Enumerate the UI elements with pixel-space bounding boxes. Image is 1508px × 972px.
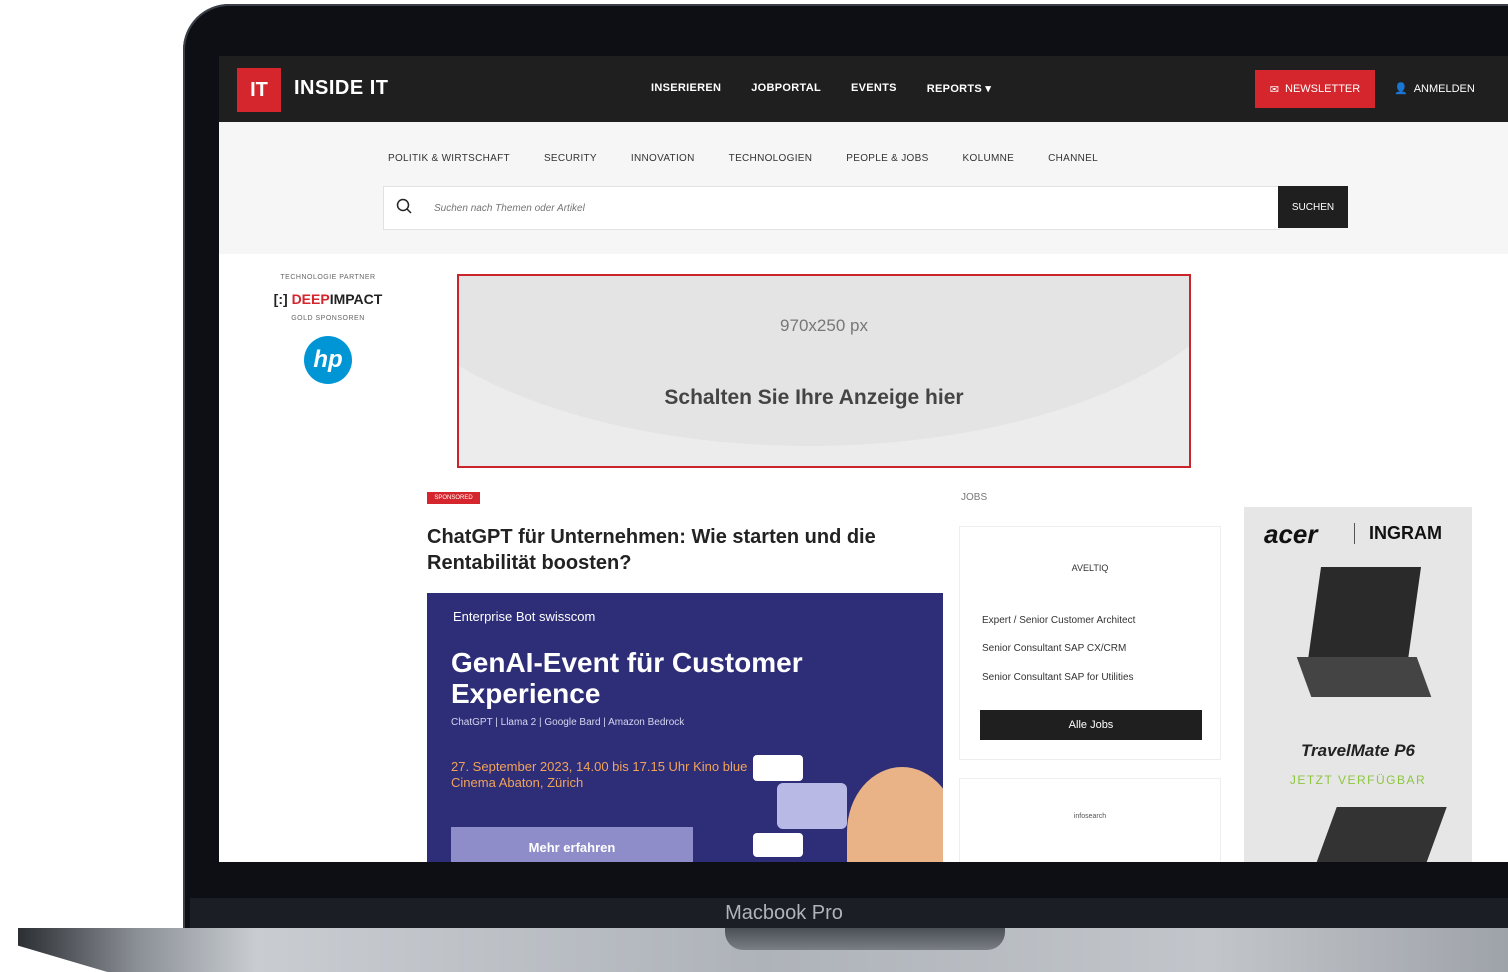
chat-bubble-icon bbox=[753, 755, 803, 781]
side-ad[interactable]: acer INGRAM TravelMate P6 JETZT VERFÜGBA… bbox=[1244, 507, 1472, 862]
site-logo-badge[interactable]: IT bbox=[237, 68, 281, 112]
tech-partner-label: TECHNOLOGIE PARTNER bbox=[280, 274, 376, 281]
all-jobs-button[interactable]: Alle Jobs bbox=[980, 710, 1202, 740]
category-kolumne[interactable]: KOLUMNE bbox=[963, 153, 1015, 164]
laptop-image bbox=[1306, 567, 1422, 667]
device-label: Macbook Pro bbox=[725, 901, 843, 924]
laptop-image-2 bbox=[1311, 807, 1447, 862]
laptop-keyboard-image bbox=[1296, 657, 1432, 697]
mail-icon: ✉ bbox=[1269, 83, 1280, 96]
ad-swoosh bbox=[459, 276, 1189, 446]
job-link[interactable]: Senior Consultant SAP CX/CRM bbox=[982, 643, 1126, 654]
newsletter-label: NEWSLETTER bbox=[1285, 83, 1361, 95]
main-nav: INSERIEREN JOBPORTAL EVENTS REPORTS ▾ bbox=[651, 82, 991, 95]
jobs-company-logo[interactable]: AVELTIQ bbox=[960, 563, 1220, 573]
ad-banner[interactable]: 970x250 px Schalten Sie Ihre Anzeige hie… bbox=[457, 274, 1191, 468]
category-nav: POLITIK & WIRTSCHAFT SECURITY INNOVATION… bbox=[388, 153, 1098, 164]
promo-subline: ChatGPT | Llama 2 | Google Bard | Amazon… bbox=[451, 717, 685, 728]
promo-brands: Enterprise Bot swisscom bbox=[453, 609, 596, 624]
category-innovation[interactable]: INNOVATION bbox=[631, 153, 695, 164]
jobs-company-logo-2[interactable]: infosearch bbox=[960, 813, 1220, 820]
ad-size-label: 970x250 px bbox=[780, 316, 868, 335]
laptop-chin: Macbook Pro bbox=[190, 898, 1508, 928]
search-icon bbox=[396, 198, 412, 214]
promo-image[interactable]: Enterprise Bot swisscom GenAI-Event für … bbox=[427, 593, 943, 862]
category-people-jobs[interactable]: PEOPLE & JOBS bbox=[846, 153, 928, 164]
nav-events[interactable]: EVENTS bbox=[851, 82, 897, 95]
category-politik[interactable]: POLITIK & WIRTSCHAFT bbox=[388, 153, 510, 164]
job-link[interactable]: Senior Consultant SAP for Utilities bbox=[982, 672, 1134, 683]
top-navigation: IT INSIDE IT INSERIEREN JOBPORTAL EVENTS… bbox=[219, 56, 1508, 122]
login-label: ANMELDEN bbox=[1413, 82, 1475, 95]
jobs-widget-2: infosearch bbox=[959, 778, 1221, 862]
availability-tagline: JETZT VERFÜGBAR bbox=[1289, 773, 1427, 787]
search-input[interactable] bbox=[432, 187, 1256, 229]
category-channel[interactable]: CHANNEL bbox=[1048, 153, 1098, 164]
laptop-notch bbox=[725, 928, 1005, 950]
search-button[interactable]: SUCHEN bbox=[1278, 186, 1348, 228]
person-image bbox=[847, 767, 943, 862]
ingram-logo: INGRAM bbox=[1354, 523, 1442, 544]
hp-logo[interactable]: hp bbox=[304, 336, 352, 384]
category-security[interactable]: SECURITY bbox=[544, 153, 597, 164]
jobs-heading: JOBS bbox=[961, 492, 988, 503]
job-link[interactable]: Expert / Senior Customer Architect bbox=[982, 615, 1135, 626]
search-bar bbox=[383, 186, 1280, 230]
promo-more-button[interactable]: Mehr erfahren bbox=[451, 827, 693, 862]
sponsored-badge: SPONSORED bbox=[427, 492, 480, 504]
browser-screen: IT INSIDE IT INSERIEREN JOBPORTAL EVENTS… bbox=[219, 56, 1508, 862]
product-name: TravelMate P6 bbox=[1300, 741, 1416, 760]
site-logo-text[interactable]: INSIDE IT bbox=[294, 77, 389, 100]
promo-date: 27. September 2023, 14.00 bis 17.15 Uhr … bbox=[451, 759, 748, 790]
nav-jobportal[interactable]: JOBPORTAL bbox=[751, 82, 821, 95]
acer-logo: acer bbox=[1264, 519, 1318, 549]
jobs-widget: AVELTIQ Expert / Senior Customer Archite… bbox=[959, 526, 1221, 760]
category-technologien[interactable]: TECHNOLOGIEN bbox=[729, 153, 813, 164]
login-link[interactable]: 👤 ANMELDEN bbox=[1394, 82, 1475, 96]
promo-headline: GenAI-Event für Customer Experience bbox=[451, 647, 803, 709]
chat-card-icon bbox=[777, 783, 847, 829]
sponsor-column: TECHNOLOGIE PARTNER [:] DEEPIMPACT GOLD … bbox=[253, 274, 403, 384]
nav-inserieren[interactable]: INSERIEREN bbox=[651, 82, 721, 95]
ad-cta-text: Schalten Sie Ihre Anzeige hier bbox=[664, 386, 964, 409]
article-title[interactable]: ChatGPT für Unternehmen: Wie starten und… bbox=[427, 524, 947, 576]
deepimpact-logo[interactable]: [:] DEEPIMPACT bbox=[253, 291, 403, 307]
nav-reports[interactable]: REPORTS ▾ bbox=[927, 82, 991, 95]
gold-sponsor-label: GOLD SPONSOREN bbox=[291, 315, 365, 322]
rating-card-icon bbox=[753, 833, 803, 857]
newsletter-button[interactable]: ✉ NEWSLETTER bbox=[1255, 70, 1375, 108]
user-icon: 👤 bbox=[1394, 83, 1408, 95]
